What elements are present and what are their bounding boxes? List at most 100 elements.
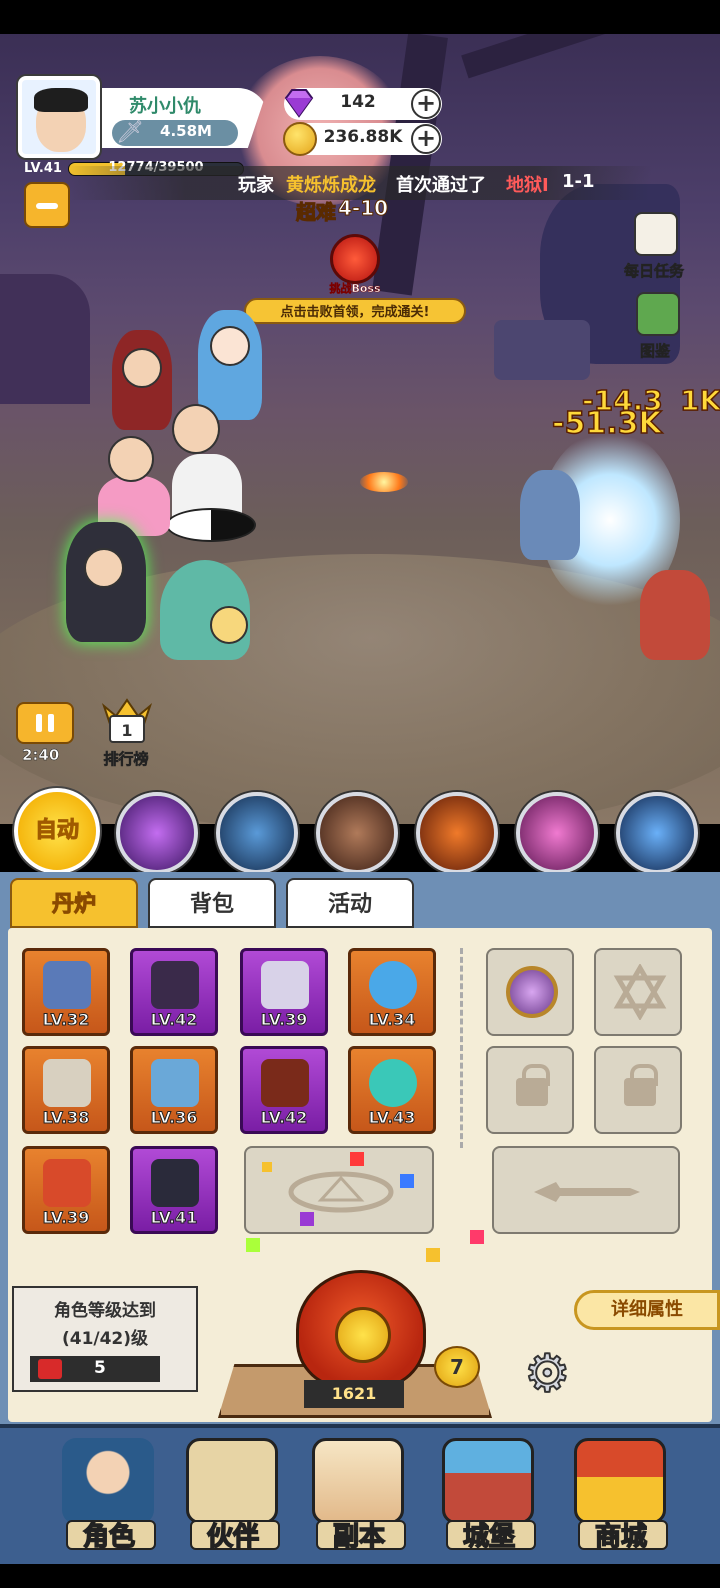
- crown-icon: [43, 1059, 91, 1107]
- nav-castle[interactable]: 城堡: [424, 1432, 554, 1558]
- shop-icon: [574, 1438, 666, 1524]
- broadcast-player: 黄烁烁成龙: [286, 175, 376, 196]
- pet-head: [210, 606, 248, 644]
- battle-timer: 2:40: [22, 746, 60, 765]
- stage-number: 4-10: [337, 196, 389, 221]
- equipment-slot[interactable]: LV.41: [130, 1146, 218, 1234]
- tab-alchemy[interactable]: 丹炉: [10, 878, 138, 928]
- lock-icon: [516, 1064, 550, 1106]
- skill-vortex-icon[interactable]: [116, 792, 198, 874]
- mirror-icon: [506, 966, 558, 1018]
- equipment-level: LV.43: [368, 1108, 416, 1128]
- yin-yang-disc: [166, 508, 256, 542]
- castle-icon: [442, 1438, 534, 1524]
- equipment-slot[interactable]: LV.42: [240, 1046, 328, 1134]
- broadcast-stage: 1-1: [562, 171, 595, 192]
- gear-icon[interactable]: ⚙: [523, 1345, 598, 1403]
- weapon-slot[interactable]: [492, 1146, 680, 1234]
- mirror-slot[interactable]: [486, 948, 574, 1036]
- crane-orb-icon: [369, 961, 417, 1009]
- left-rock: [0, 274, 90, 404]
- requirement-level: (41/42)级: [61, 1329, 149, 1349]
- player-name: 苏小小仇: [129, 96, 201, 117]
- hero-head: [122, 348, 162, 388]
- skill-lightning-icon[interactable]: [216, 792, 298, 874]
- lock-icon: [624, 1064, 658, 1106]
- boss-hint: 点击击败首领，完成通关!: [244, 298, 466, 324]
- gem-icon: [284, 89, 314, 118]
- add-gems-button[interactable]: +: [411, 89, 441, 119]
- star-slot[interactable]: [594, 948, 682, 1036]
- equipment-slot[interactable]: LV.42: [130, 948, 218, 1036]
- trophy-icon[interactable]: 1: [98, 694, 156, 744]
- furnace-count: 1621: [304, 1380, 404, 1408]
- damage-number: 1K: [679, 383, 720, 418]
- daily-tasks-label[interactable]: 每日任务: [612, 260, 696, 281]
- enemy-soldier: [640, 570, 710, 660]
- nav-castle-label: 城堡: [462, 1521, 516, 1553]
- ranking-badge: 1: [121, 721, 132, 740]
- player-avatar[interactable]: [18, 76, 100, 158]
- daily-task-icon[interactable]: [634, 212, 678, 256]
- equipment-slot[interactable]: LV.32: [22, 948, 110, 1036]
- coin-icon: [283, 122, 317, 156]
- coin-value: 236.88K: [323, 127, 403, 147]
- enemy-soldier: [520, 470, 580, 560]
- auto-battle-button[interactable]: 自动: [14, 788, 100, 874]
- nav-dungeon[interactable]: 副本: [294, 1432, 424, 1558]
- equipment-slot[interactable]: LV.38: [22, 1046, 110, 1134]
- confetti: [400, 1174, 414, 1188]
- bracer-icon: [151, 961, 199, 1009]
- alchemy-furnace[interactable]: [296, 1270, 426, 1390]
- equipment-level: LV.42: [260, 1108, 308, 1128]
- crystal-rock: [494, 320, 590, 380]
- nav-partner[interactable]: 伙伴: [168, 1432, 298, 1558]
- locked-slot[interactable]: [486, 1046, 574, 1134]
- nav-character[interactable]: 角色: [44, 1432, 174, 1558]
- equipment-level: LV.32: [42, 1010, 90, 1030]
- tab-events[interactable]: 活动: [286, 878, 414, 928]
- boots-icon: [151, 1159, 199, 1207]
- skill-spiral-icon[interactable]: [516, 792, 598, 874]
- confetti: [300, 1212, 314, 1226]
- seal-emblem-icon: [288, 1171, 394, 1213]
- skill-beast-icon[interactable]: [316, 792, 398, 874]
- robe-icon: [261, 961, 309, 1009]
- pearl-icon: [369, 1059, 417, 1107]
- equipment-slot[interactable]: LV.43: [348, 1046, 436, 1134]
- spear-icon: [43, 961, 91, 1009]
- locked-slot[interactable]: [594, 1046, 682, 1134]
- equipment-slot[interactable]: LV.39: [240, 948, 328, 1036]
- furnace-level-badge[interactable]: 7: [434, 1346, 480, 1388]
- stage-difficulty: 超难: [296, 200, 337, 225]
- codex-label[interactable]: 图鉴: [622, 340, 688, 361]
- confetti: [426, 1248, 440, 1262]
- skill-strength-icon[interactable]: [416, 792, 498, 874]
- nav-dungeon-label: 副本: [332, 1521, 386, 1553]
- pause-button[interactable]: [16, 702, 74, 744]
- equipment-level: LV.36: [150, 1108, 198, 1128]
- talisman-slot[interactable]: [244, 1146, 434, 1234]
- broadcast-middle: 首次通过了: [396, 175, 486, 196]
- player-level: LV.41: [24, 161, 62, 176]
- equipment-slot[interactable]: LV.39: [22, 1146, 110, 1234]
- equipment-slot[interactable]: LV.34: [348, 948, 436, 1036]
- confetti: [350, 1152, 364, 1166]
- fireball-projectile: [360, 472, 408, 492]
- equipment-slot[interactable]: LV.36: [130, 1046, 218, 1134]
- boss-label[interactable]: 挑战Boss: [322, 280, 388, 296]
- tab-backpack[interactable]: 背包: [148, 878, 276, 928]
- ranking-label[interactable]: 排行榜: [94, 748, 158, 769]
- power-value: 4.58M: [160, 122, 212, 140]
- codex-book-icon[interactable]: [636, 292, 680, 336]
- detail-attributes-button[interactable]: 详细属性: [574, 1290, 720, 1330]
- furnace-emblem: [335, 1307, 391, 1363]
- boss-challenge-icon[interactable]: [330, 234, 380, 284]
- status-bar: [0, 0, 720, 34]
- hexagram-icon: [613, 964, 667, 1020]
- menu-button[interactable]: [24, 182, 70, 228]
- avatar-hair: [34, 88, 88, 112]
- add-coins-button[interactable]: +: [411, 124, 441, 154]
- nav-shop[interactable]: 商城: [556, 1432, 686, 1558]
- skill-comet-icon[interactable]: [616, 792, 698, 874]
